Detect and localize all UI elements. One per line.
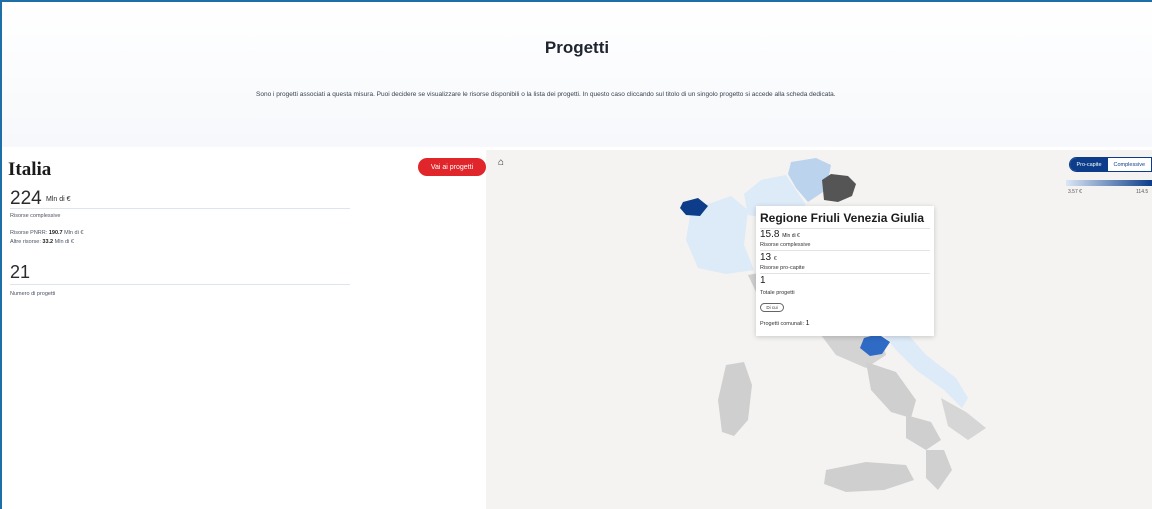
other-label: Altre risorse:: [10, 239, 41, 245]
tooltip-percapita: 13 €: [760, 252, 777, 263]
divider: [10, 284, 350, 285]
italy-map[interactable]: ⌂ Pro-capite Complessive 3.57 € 114.5 Re…: [486, 150, 1152, 509]
tooltip-resources-unit: Mln di €: [782, 233, 800, 239]
region-name: Italia: [8, 159, 52, 180]
page-title: Progetti: [544, 38, 610, 57]
total-resources-label: Risorse complessive: [10, 213, 61, 219]
view-toggle[interactable]: Pro-capite Complessive: [1069, 157, 1152, 172]
region-sicilia: [824, 462, 914, 492]
summary-panel: Italia Vai ai progetti 224 Mln di € Riso…: [8, 150, 486, 509]
toggle-pro-capite[interactable]: Pro-capite: [1070, 158, 1108, 171]
intro-text: Sono i progetti associati a questa misur…: [256, 91, 836, 98]
tooltip-resources: 15.8 Mln di €: [760, 229, 800, 240]
legend-min: 3.57 €: [1068, 189, 1082, 195]
region-sardegna: [718, 362, 752, 436]
other-value: 33.2: [42, 239, 54, 245]
tooltip-projects-label: Totale progetti: [760, 290, 795, 296]
legend-max: 114.5: [1136, 189, 1149, 195]
region-tooltip: Regione Friuli Venezia Giulia 15.8 Mln d…: [756, 206, 934, 336]
pnrr-unit: Mln di €: [64, 230, 84, 236]
toggle-complessive[interactable]: Complessive: [1107, 158, 1151, 171]
go-to-projects-button[interactable]: Vai ai progetti: [418, 158, 486, 176]
page-header: Progetti Sono i progetti associati a que…: [2, 2, 1152, 147]
divider: [10, 208, 350, 209]
tooltip-resources-value: 15.8: [760, 229, 780, 240]
tooltip-resources-label: Risorse complessive: [760, 242, 811, 248]
legend-gradient: [1066, 180, 1152, 186]
region-campania: [906, 415, 941, 450]
tooltip-municipal: Progetti comunali: 1: [760, 320, 809, 327]
total-resources-value: 224: [10, 188, 42, 209]
total-resources-unit: Mln di €: [46, 196, 71, 203]
tooltip-percapita-value: 13: [760, 252, 772, 263]
region-friuli: [822, 174, 856, 202]
tooltip-municipal-value: 1: [805, 320, 810, 327]
projects-count-label: Numero di progetti: [10, 291, 56, 297]
region-calabria: [926, 450, 952, 490]
pnrr-value: 190.7: [48, 230, 63, 236]
other-unit: Mln di €: [54, 239, 74, 245]
tooltip-percapita-unit: €: [773, 256, 777, 262]
tooltip-title: Regione Friuli Venezia Giulia: [760, 211, 925, 225]
divider: [760, 250, 930, 251]
pnrr-label: Risorse PNRR:: [10, 230, 48, 236]
other-resources-line: Altre risorse: 33.2 Mln di €: [10, 239, 74, 245]
of-which-button[interactable]: Di cui: [760, 303, 784, 312]
region-lazio: [866, 362, 916, 418]
tooltip-percapita-label: Risorse pro-capite: [760, 265, 805, 271]
pnrr-resources-line: Risorse PNRR: 190.7 Mln di €: [10, 230, 83, 236]
projects-count-value: 21: [10, 262, 31, 282]
tooltip-projects-value: 1: [760, 275, 766, 286]
home-icon[interactable]: ⌂: [498, 157, 504, 168]
divider: [760, 273, 930, 274]
tooltip-municipal-label: Progetti comunali:: [760, 321, 805, 327]
